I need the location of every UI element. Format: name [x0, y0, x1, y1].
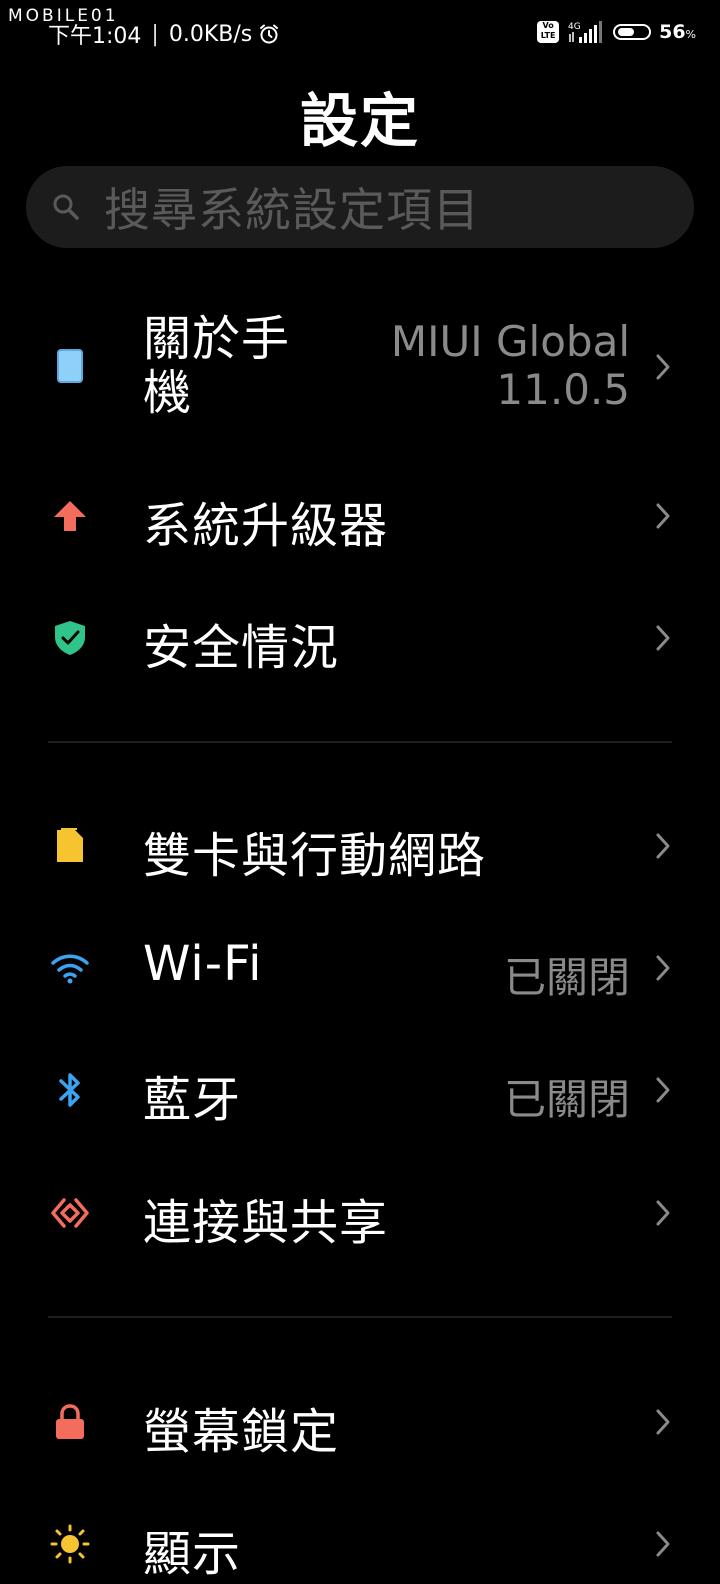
settings-item-security-status[interactable]: 安全情況: [0, 578, 720, 698]
battery-icon: [613, 24, 652, 40]
settings-item-label: 雙卡與行動網路: [143, 828, 487, 884]
alarm-clock-icon: [260, 24, 279, 44]
settings-item-display[interactable]: 顯示: [0, 1484, 720, 1582]
search-input[interactable]: 搜尋系統設定項目: [104, 174, 480, 240]
battery-level-fill: [618, 28, 634, 36]
network-type: 4G: [568, 22, 581, 32]
chevron-right-icon: [656, 1200, 670, 1226]
page-title: 設定: [299, 87, 420, 155]
settings-item-label: 系統升級器: [143, 498, 389, 554]
settings-item-wifi[interactable]: Wi-Fi 已關閉: [0, 908, 720, 1028]
settings-item-label: 安全情況: [143, 620, 340, 676]
settings-item-lock-screen[interactable]: 螢幕鎖定: [0, 1362, 720, 1482]
chevron-right-icon: [656, 625, 670, 651]
settings-item-label: 連接與共享: [143, 1195, 389, 1251]
status-left: 下午1:04 | 0.0KB/s: [48, 18, 280, 50]
search-bar[interactable]: 搜尋系統設定項目: [26, 166, 694, 248]
volte-icon: Vo LTE: [537, 21, 560, 43]
chevron-right-icon: [656, 503, 670, 529]
bluetooth-status-value: 已關閉: [503, 1075, 630, 1124]
battery-percentage: 56%: [659, 21, 696, 43]
wifi-status-value: 已關閉: [503, 953, 630, 1002]
settings-item-sim-mobile-network[interactable]: 雙卡與行動網路: [0, 786, 720, 906]
status-separator: |: [151, 21, 159, 47]
phone-icon: [50, 346, 90, 386]
status-bar: MOBILE01 下午1:04 | 0.0KB/s Vo LTE 4G 56%: [0, 0, 720, 68]
search-icon: [53, 194, 79, 220]
settings-item-bluetooth[interactable]: 藍牙 已關閉: [0, 1030, 720, 1150]
settings-item-label: Wi-Fi: [143, 936, 263, 992]
bluetooth-icon: [50, 1070, 90, 1110]
connection-sharing-icon: [50, 1193, 90, 1233]
settings-item-system-updater[interactable]: 系統升級器: [0, 456, 720, 576]
shield-check-icon: [50, 618, 90, 658]
settings-item-label: 螢幕鎖定: [143, 1404, 340, 1460]
settings-item-label: 藍牙: [143, 1072, 242, 1128]
wifi-icon: [50, 948, 90, 988]
lock-icon: [50, 1402, 90, 1442]
sun-icon: [50, 1524, 90, 1564]
chevron-right-icon: [656, 1531, 670, 1557]
chevron-right-icon: [656, 354, 670, 380]
settings-item-label: 顯示: [143, 1526, 242, 1582]
section-divider: [48, 741, 672, 743]
settings-item-connection-sharing[interactable]: 連接與共享: [0, 1153, 720, 1273]
chevron-right-icon: [656, 955, 670, 981]
chevron-right-icon: [656, 1077, 670, 1103]
network-speed: 0.0KB/s: [168, 21, 253, 47]
miui-version-value: MIUI Global 11.0.5: [390, 317, 630, 414]
sim-card-icon: [50, 826, 90, 866]
signal-strength-icon: 4G: [568, 21, 603, 43]
chevron-right-icon: [656, 1409, 670, 1435]
settings-item-about-phone-label: 關於手機: [143, 311, 291, 421]
status-right: Vo LTE 4G 56%: [537, 20, 696, 44]
upgrade-arrow-icon: [50, 496, 90, 536]
section-divider: [48, 1316, 672, 1318]
status-time: 下午1:04: [48, 24, 142, 49]
chevron-right-icon: [656, 833, 670, 859]
